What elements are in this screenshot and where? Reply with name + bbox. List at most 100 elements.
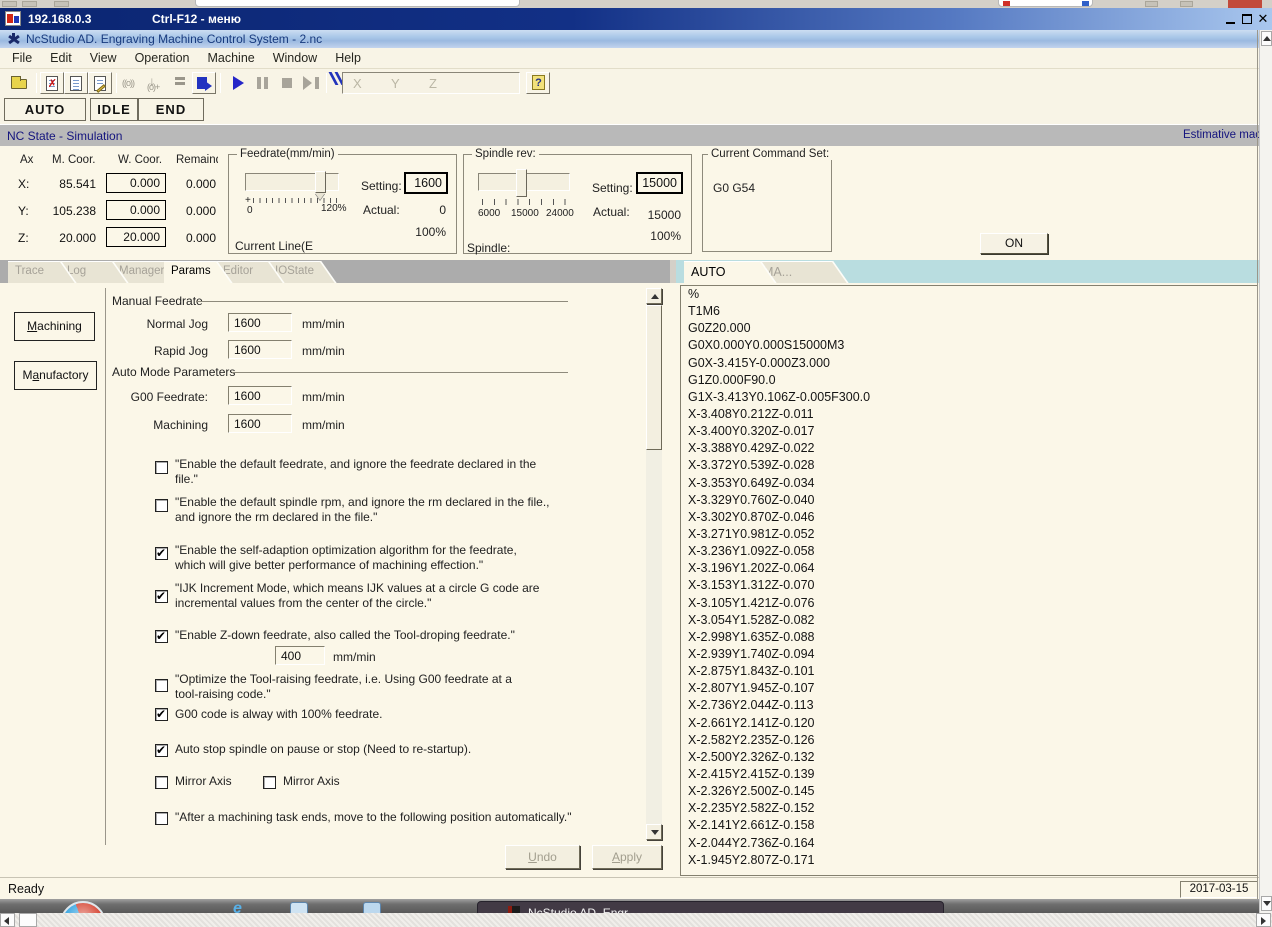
params-scrollbar[interactable] — [646, 288, 662, 840]
work-coord-field[interactable]: 0.000 — [106, 200, 166, 220]
axis-readout-box: X Y Z — [342, 72, 520, 94]
feedrate-setting-field[interactable]: 1600 — [404, 172, 448, 194]
gcode-line: X-2.582Y2.235Z-0.126 — [688, 732, 815, 747]
close-file-button[interactable]: ✗ — [40, 72, 64, 94]
spindle-on-button[interactable]: ON — [980, 233, 1048, 254]
menu-item[interactable]: Operation — [126, 48, 199, 65]
menu-item[interactable]: File — [3, 48, 41, 65]
work-coord-field[interactable]: 20.000 — [106, 227, 166, 247]
tab[interactable]: Trace — [8, 261, 77, 283]
pause-button — [250, 72, 274, 94]
menu-item[interactable]: Edit — [41, 48, 81, 65]
checkbox-default-spindle-rpm[interactable] — [155, 499, 168, 512]
start-button[interactable] — [226, 72, 250, 94]
gcode-line: T1M6 — [688, 304, 720, 319]
menu-item[interactable]: View — [81, 48, 126, 65]
machine-coord-value: 85.541 — [59, 177, 96, 191]
checkbox-optimize-tool-raising[interactable] — [155, 679, 168, 692]
checkbox-default-feedrate[interactable] — [155, 461, 168, 474]
internet-explorer-icon[interactable]: e — [233, 900, 242, 914]
help-button[interactable]: ? — [526, 72, 550, 94]
view-file-button[interactable] — [64, 72, 88, 94]
checkbox-zdown-feedrate[interactable] — [155, 629, 168, 643]
maximize-button[interactable] — [1240, 12, 1254, 26]
mode-auto[interactable]: AUTO — [4, 98, 86, 121]
feedrate-actual-label: Actual: — [363, 203, 400, 217]
menu-item[interactable]: Help — [326, 48, 370, 65]
feedrate-scale-min: 0 — [247, 205, 253, 216]
g00-feedrate-field[interactable]: 1600 — [228, 386, 292, 405]
normal-jog-field[interactable]: 1600 — [228, 313, 292, 332]
g00-feedrate-label: G00 Feedrate: — [130, 390, 208, 404]
gcode-line: X-3.388Y0.429Z-0.022 — [688, 441, 815, 456]
app-title-bar[interactable]: NcStudio AD. Engraving Machine Control S… — [0, 30, 1259, 48]
edit-file-button[interactable] — [88, 72, 112, 94]
mode-end: END — [138, 98, 204, 121]
scroll-down-button[interactable] — [646, 824, 662, 840]
apply-button[interactable]: Apply — [592, 845, 662, 869]
spindle-tick-max: 24000 — [546, 208, 574, 219]
viewer-scroll-box[interactable] — [19, 913, 37, 927]
gcode-line: G1Z0.000F90.0 — [688, 372, 776, 387]
gcode-line: X-2.326Y2.500Z-0.145 — [688, 784, 815, 799]
step-button — [298, 72, 322, 94]
checkbox-after-task-move[interactable] — [155, 812, 168, 825]
tab[interactable]: Params — [164, 261, 233, 283]
menu-item[interactable]: Machine — [198, 48, 263, 65]
checkbox-self-adaption[interactable] — [155, 546, 168, 560]
minimize-button[interactable] — [1224, 12, 1238, 26]
vnc-title-bar[interactable]: 192.168.0.3 Ctrl-F12 - меню ✕ — [0, 8, 1272, 30]
viewer-vertical-scrollbar[interactable] — [1259, 30, 1272, 913]
platform-icon — [175, 77, 185, 85]
background-pill — [195, 0, 520, 7]
checkbox-mirror-axis-2[interactable] — [263, 776, 276, 789]
checkbox-mirror-axis-1[interactable] — [155, 776, 168, 789]
machining-feedrate-field[interactable]: 1600 — [228, 414, 292, 433]
feedrate-setting-label: Setting: — [361, 179, 402, 193]
command-set-legend: Current Command Set: — [708, 148, 833, 160]
gcode-listing[interactable]: % T1M6 G0Z20.000 G0X0.000Y0.000S15000M3 G0X-… — [680, 285, 1258, 876]
gcode-line: G0X-3.415Y-0.000Z3.000 — [688, 355, 831, 370]
checkbox-auto-stop-spindle[interactable] — [155, 743, 168, 757]
axis-z-label: Z — [429, 76, 437, 91]
menu-item[interactable]: Window — [264, 48, 326, 65]
background-blue-dot — [1082, 1, 1089, 6]
document-icon — [70, 76, 82, 91]
open-file-button[interactable] — [8, 72, 32, 94]
coord-row: Z: 20.000 20.000 0.000 — [0, 226, 222, 253]
manufactory-button[interactable]: Manufactory — [14, 361, 97, 390]
rapid-jog-label: Rapid Jog — [153, 344, 208, 358]
spindle-setting-field[interactable]: 15000 — [636, 172, 683, 194]
feedrate-scale-max: 120% — [321, 203, 347, 214]
checkbox-g00-full-feedrate[interactable] — [155, 707, 168, 721]
gcode-line: X-3.408Y0.212Z-0.011 — [688, 406, 814, 421]
nc-state-text: NC State - Simulation — [7, 129, 123, 143]
viewer-scroll-up-button[interactable] — [1261, 31, 1272, 46]
viewer-horizontal-scrollbar[interactable] — [0, 913, 1272, 927]
wireless-disabled-button: ((o)) — [120, 72, 144, 94]
gcode-line: X-3.054Y1.528Z-0.082 — [688, 612, 815, 627]
close-button[interactable]: ✕ — [1256, 12, 1270, 26]
gcode-line: X-2.044Y2.736Z-0.164 — [688, 835, 815, 850]
spindle-slider-thumb[interactable] — [516, 169, 527, 197]
checkbox-ijk-increment[interactable] — [155, 589, 168, 603]
axis-x-label: X — [353, 76, 362, 91]
viewer-scroll-right-button[interactable] — [1256, 913, 1271, 927]
scroll-up-button[interactable] — [646, 288, 662, 304]
rapid-jog-field[interactable]: 1600 — [228, 340, 292, 359]
zdown-feedrate-field[interactable]: 400 — [275, 646, 325, 665]
undo-button[interactable]: Undo — [505, 845, 580, 869]
viewer-scroll-left-button[interactable] — [0, 913, 15, 927]
machining-button[interactable]: Machining — [14, 312, 95, 341]
viewer-scroll-down-button[interactable] — [1261, 896, 1272, 911]
dots-icon: (o)+ — [147, 82, 160, 92]
feedrate-slider-thumb[interactable] — [315, 171, 326, 193]
goto-line-button[interactable] — [192, 72, 216, 94]
feedrate-percent: 100% — [415, 225, 446, 239]
work-coord-field[interactable]: 0.000 — [106, 173, 166, 193]
spindle-onoff-label: Spindle: — [467, 241, 511, 255]
feedrate-current-line: Current Line(E — [235, 239, 314, 253]
scrollbar-thumb[interactable] — [646, 305, 662, 450]
spindle-setting-label: Setting: — [592, 181, 633, 195]
tab[interactable]: AUTO — [684, 261, 777, 283]
